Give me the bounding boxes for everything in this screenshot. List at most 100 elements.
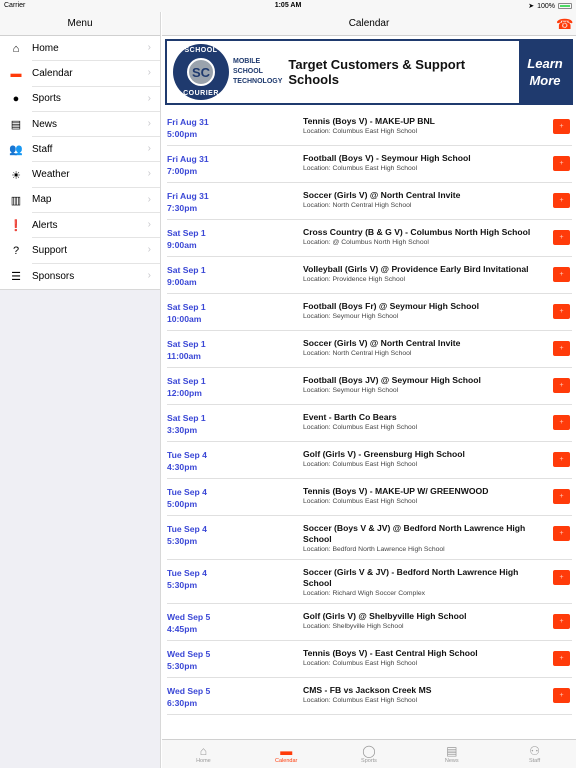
event-row[interactable]: Sat Sep 1 11:00am Soccer (Girls V) @ North…	[167, 331, 572, 368]
clock: 1:05 AM	[274, 2, 302, 9]
event-datetime: Tue Sep 4 5:00pm	[167, 486, 303, 510]
event-row[interactable]: Wed Sep 5 6:30pm CMS - FB vs Jackson Creek…	[167, 678, 572, 715]
event-location: Location: Seymour High School	[303, 313, 399, 320]
event-row[interactable]: Sat Sep 1 9:00am Volleyball (Girls V) @ Pr…	[167, 257, 572, 294]
event-title: Soccer (Girls V) @ North Central Invite	[303, 190, 461, 200]
event-datetime: Sat Sep 1 9:00am	[167, 227, 303, 251]
event-title: Football (Boys JV) @ Seymour High School	[303, 375, 481, 385]
event-row[interactable]: Wed Sep 5 5:30pm Tennis (Boys V) - East Ce…	[167, 641, 572, 678]
event-title: Football (Boys V) - Seymour High School	[303, 153, 471, 163]
event-datetime: Fri Aug 31 5:00pm	[167, 116, 303, 140]
event-row[interactable]: Sat Sep 1 10:00am Football (Boys Fr) @ Sey…	[167, 294, 572, 331]
event-time: 5:00pm	[167, 499, 198, 509]
staff-icon: 👥	[9, 144, 23, 157]
chevron-right-icon: ›	[147, 193, 151, 205]
event-title: Soccer (Girls V & JV) - Bedford North La…	[303, 567, 519, 588]
event-row[interactable]: Sat Sep 1 12:00pm Football (Boys JV) @ Sey…	[167, 368, 572, 405]
event-time: 5:30pm	[167, 536, 198, 546]
add-to-calendar-button[interactable]: +	[553, 526, 570, 541]
add-to-calendar-button[interactable]: +	[553, 193, 570, 208]
sidebar-item-staff[interactable]: 👥 Staff ›	[0, 137, 160, 163]
tab-sports[interactable]: ◯ Sports	[328, 740, 411, 768]
event-row[interactable]: Fri Aug 31 7:30pm Soccer (Girls V) @ North…	[167, 183, 572, 220]
event-time: 4:30pm	[167, 462, 198, 472]
add-to-calendar-button[interactable]: +	[553, 489, 570, 504]
sidebar-item-home[interactable]: ⌂ Home ›	[0, 36, 160, 62]
sidebar-item-weather[interactable]: ☀ Weather ›	[0, 162, 160, 188]
calendar-icon: ▬	[280, 744, 293, 758]
sidebar-item-news[interactable]: ▤ News ›	[0, 112, 160, 138]
status-right: ➤ 100%	[528, 2, 572, 10]
school-courier-logo: SCHOOL SC COURIER	[173, 44, 229, 100]
event-datetime: Wed Sep 5 4:45pm	[167, 611, 303, 635]
event-date: Sat Sep 1	[167, 413, 206, 423]
event-row[interactable]: Sat Sep 1 9:00am Cross Country (B & G V) -…	[167, 220, 572, 257]
battery-icon	[558, 3, 572, 9]
sidebar-item-calendar[interactable]: ▬ Calendar ›	[0, 61, 160, 87]
event-date: Tue Sep 4	[167, 524, 207, 534]
add-to-calendar-button[interactable]: +	[553, 415, 570, 430]
event-details: Soccer (Girls V) @ North Central Invite L…	[303, 190, 572, 214]
ad-banner[interactable]: SCHOOL SC COURIER MOBILE SCHOOL TECHNOLO…	[165, 39, 573, 105]
event-title: Tennis (Boys V) - MAKE-UP BNL	[303, 116, 435, 126]
home-icon: ⌂	[12, 42, 20, 55]
event-row[interactable]: Wed Sep 5 4:45pm Golf (Girls V) @ Shelbyvi…	[167, 604, 572, 641]
event-title: Soccer (Boys V & JV) @ Bedford North Law…	[303, 523, 526, 544]
add-to-calendar-button[interactable]: +	[553, 119, 570, 134]
event-location: Location: Columbus East High School	[303, 660, 418, 667]
event-title: Soccer (Girls V) @ North Central Invite	[303, 338, 461, 348]
tab-home[interactable]: ⌂ Home	[162, 740, 245, 768]
event-datetime: Sat Sep 1 3:30pm	[167, 412, 303, 436]
event-row[interactable]: Tue Sep 4 5:00pm Tennis (Boys V) - MAKE-UP…	[167, 479, 572, 516]
event-details: Event - Barth Co Bears Location: Columbus…	[303, 412, 572, 436]
add-to-calendar-button[interactable]: +	[553, 156, 570, 171]
tab-bar: ⌂ Home ▬ Calendar ◯ Sports ▤ News ⚇ Staff	[162, 739, 576, 768]
chevron-right-icon: ›	[147, 219, 151, 231]
tab-staff[interactable]: ⚇ Staff	[493, 740, 576, 768]
add-to-calendar-button[interactable]: +	[553, 651, 570, 666]
sun-icon: ☀	[11, 169, 21, 182]
chevron-right-icon: ›	[147, 168, 151, 180]
add-to-calendar-button[interactable]: +	[553, 341, 570, 356]
phone-icon[interactable]: ☎	[556, 16, 573, 32]
sidebar-menu: ⌂ Home › ▬ Calendar › ● Sports › ▤ News › 👥 Staff › ☀ We…	[0, 36, 160, 290]
page-title: Calendar	[348, 18, 390, 29]
learn-more-button[interactable]: Learn More	[519, 41, 571, 103]
sidebar-item-sponsors[interactable]: ☰ Sponsors ›	[0, 264, 160, 289]
add-to-calendar-button[interactable]: +	[553, 230, 570, 245]
event-time: 5:00pm	[167, 129, 198, 139]
event-row[interactable]: Tue Sep 4 5:30pm Soccer (Girls V & JV) - B…	[167, 560, 572, 604]
sidebar-item-map[interactable]: ▥ Map ›	[0, 188, 160, 214]
tab-news[interactable]: ▤ News	[410, 740, 493, 768]
tab-calendar[interactable]: ▬ Calendar	[245, 740, 328, 768]
event-row[interactable]: Fri Aug 31 5:00pm Tennis (Boys V) - MAKE-U…	[167, 109, 572, 146]
event-row[interactable]: Tue Sep 4 5:30pm Soccer (Boys V & JV) @ Be…	[167, 516, 572, 560]
event-row[interactable]: Tue Sep 4 4:30pm Golf (Girls V) - Greensbu…	[167, 442, 572, 479]
add-to-calendar-button[interactable]: +	[553, 688, 570, 703]
chevron-right-icon: ›	[147, 42, 151, 53]
event-date: Wed Sep 5	[167, 612, 211, 622]
chevron-right-icon: ›	[147, 244, 151, 256]
event-details: CMS - FB vs Jackson Creek MS Location: Co…	[303, 685, 572, 709]
add-to-calendar-button[interactable]: +	[553, 614, 570, 629]
event-date: Sat Sep 1	[167, 228, 206, 238]
event-title: Tennis (Boys V) - East Central High Scho…	[303, 648, 478, 658]
sidebar-item-alerts[interactable]: ❗ Alerts ›	[0, 213, 160, 239]
add-to-calendar-button[interactable]: +	[553, 267, 570, 282]
event-details: Cross Country (B & G V) - Columbus North…	[303, 227, 572, 251]
sidebar-item-support[interactable]: ? Support ›	[0, 238, 160, 264]
add-to-calendar-button[interactable]: +	[553, 452, 570, 467]
event-time: 7:00pm	[167, 166, 198, 176]
add-to-calendar-button[interactable]: +	[553, 570, 570, 585]
sidebar-item-sports[interactable]: ● Sports ›	[0, 87, 160, 112]
event-location: Location: North Central High School	[303, 202, 412, 209]
event-row[interactable]: Fri Aug 31 7:00pm Football (Boys V) - Seym…	[167, 146, 572, 183]
event-row[interactable]: Sat Sep 1 3:30pm Event - Barth Co Bears Loc…	[167, 405, 572, 442]
event-list[interactable]: Fri Aug 31 5:00pm Tennis (Boys V) - MAKE-U…	[162, 109, 576, 739]
event-details: Football (Boys V) - Seymour High School L…	[303, 153, 572, 177]
add-to-calendar-button[interactable]: +	[553, 378, 570, 393]
home-icon: ⌂	[199, 744, 208, 758]
event-details: Volleyball (Girls V) @ Providence Early …	[303, 264, 572, 288]
alert-icon: ❗	[9, 220, 23, 233]
add-to-calendar-button[interactable]: +	[553, 304, 570, 319]
